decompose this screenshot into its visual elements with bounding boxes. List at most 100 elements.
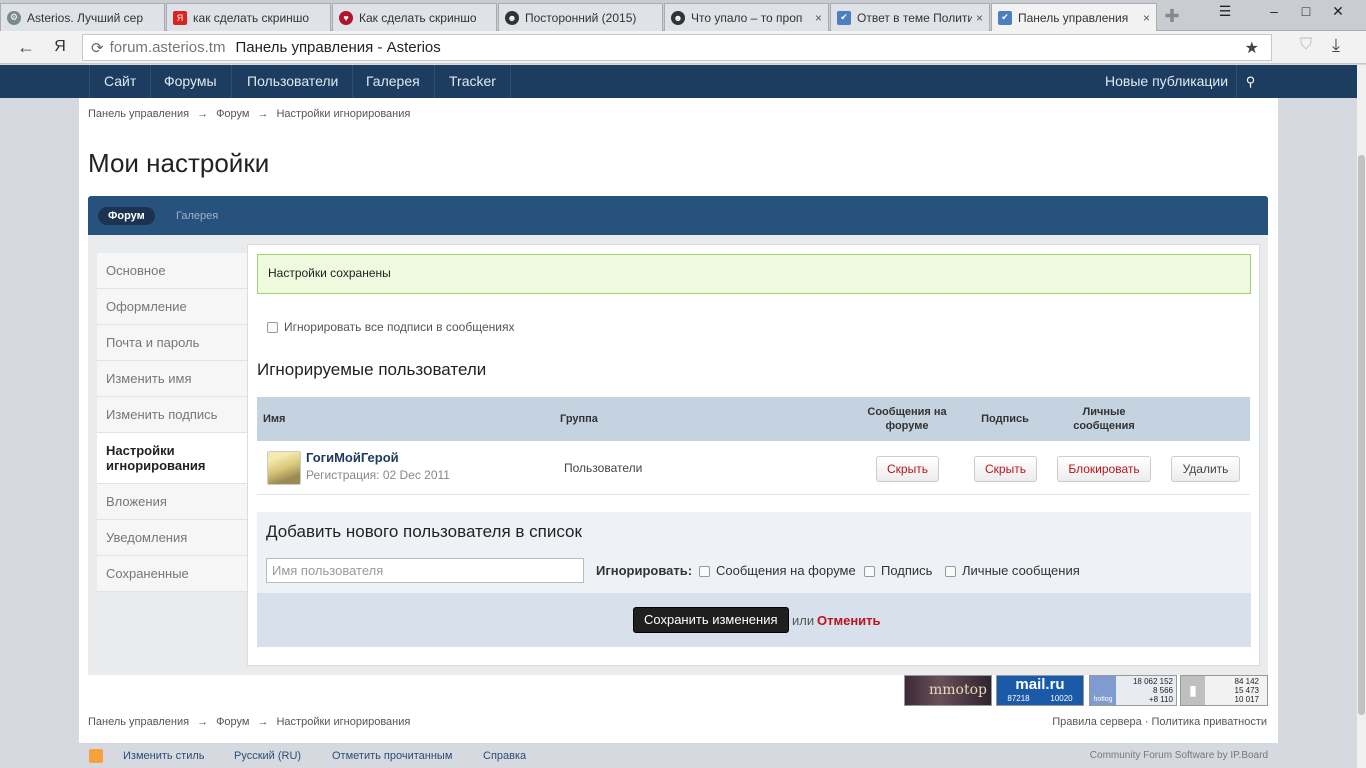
nav-new-posts[interactable]: Новые публикации — [1091, 65, 1242, 98]
browser-tab-bar: ⚙ Asterios. Лучший сер Я как сделать скр… — [0, 0, 1366, 31]
hide-signature-button[interactable]: Скрыть — [974, 456, 1037, 482]
username-link[interactable]: ГогиМойГерой — [306, 450, 399, 465]
tab-label: Asterios. Лучший сер — [27, 10, 143, 25]
tab-label: как сделать скриншо — [193, 10, 310, 25]
forum-posts-checkbox[interactable] — [699, 566, 710, 578]
nav-item-forums[interactable]: Форумы — [150, 65, 232, 98]
settings-content: Основное Оформление Почта и пароль Измен… — [88, 235, 1268, 675]
block-pm-button[interactable]: Блокировать — [1057, 456, 1151, 482]
mmotop-counter[interactable]: mmotop — [904, 675, 992, 706]
settings-sidebar: Основное Оформление Почта и пароль Измен… — [97, 253, 247, 592]
menu-icon[interactable]: ☰ — [1210, 0, 1240, 24]
tab-gallery[interactable]: Галерея — [166, 207, 228, 225]
page-scrollbar[interactable] — [1357, 65, 1366, 768]
hotlog-logo: hotlog — [1090, 676, 1116, 705]
sidebar-item-ignore-settings[interactable]: Настройки игнорирования — [97, 433, 247, 484]
browser-tab[interactable]: ⚙ Asterios. Лучший сер — [0, 3, 165, 31]
table-row: ГогиМойГерой Регистрация: 02 Dec 2011 По… — [257, 441, 1250, 495]
browser-tab[interactable]: ♥ Как сделать скриншо — [332, 3, 497, 31]
forum-favicon-icon: ✔ — [837, 10, 851, 25]
hide-posts-button[interactable]: Скрыть — [876, 456, 939, 482]
new-tab-icon[interactable]: ✚ — [1162, 6, 1182, 26]
scrollbar-thumb[interactable] — [1358, 155, 1365, 715]
nav-item-gallery[interactable]: Галерея — [352, 65, 435, 98]
save-bar: Сохранить изменения или Отменить — [257, 593, 1251, 647]
ignored-users-heading: Игнорируемые пользователи — [257, 360, 487, 379]
nav-item-tracker[interactable]: Tracker — [435, 65, 511, 98]
browser-tab-active[interactable]: ✔ Панель управления × — [991, 3, 1157, 31]
breadcrumb-link[interactable]: Панель управления — [88, 108, 189, 120]
sidebar-item-attachments[interactable]: Вложения — [97, 484, 247, 520]
change-style-link[interactable]: Изменить стиль — [123, 750, 205, 762]
yandex-logo-icon[interactable]: Я — [48, 36, 72, 58]
tab-label: Как сделать скриншо — [359, 10, 477, 25]
mailru-counter[interactable]: mail.ru 87218 10020 — [996, 675, 1084, 706]
tab-close-icon[interactable]: × — [1143, 11, 1150, 25]
hotlog-count-2: 8 566 — [1152, 686, 1173, 695]
nav-item-site[interactable]: Сайт — [89, 65, 152, 98]
tab-forum[interactable]: Форум — [98, 207, 155, 225]
url-field[interactable]: ⟳ forum.asterios.tm Панель управления - … — [82, 34, 1272, 61]
delete-button[interactable]: Удалить — [1171, 456, 1240, 482]
liveinternet-counter[interactable]: ▮ 84 142 15 473 10 017 — [1180, 675, 1268, 706]
privacy-policy-link[interactable]: Политика приватности — [1152, 716, 1267, 728]
nav-item-users[interactable]: Пользователи — [233, 65, 354, 98]
mark-read-link[interactable]: Отметить прочитанным — [332, 750, 452, 762]
maximize-icon[interactable]: □ — [1290, 0, 1322, 24]
footer-links: Правила сервера · Политика приватности — [1052, 716, 1267, 728]
page-info-icon[interactable]: ⟳ — [91, 39, 104, 57]
avatar[interactable] — [267, 451, 301, 485]
add-user-form: Добавить нового пользователя в список Иг… — [257, 512, 1251, 593]
language-link[interactable]: Русский (RU) — [234, 750, 301, 762]
username-input[interactable] — [266, 558, 584, 583]
sidebar-item-email-password[interactable]: Почта и пароль — [97, 325, 247, 361]
hotlog-counter[interactable]: hotlog 18 062 152 8 566 +8 110 — [1089, 675, 1177, 706]
heart-favicon-icon: ♥ — [339, 10, 353, 25]
close-window-icon[interactable]: ✕ — [1322, 0, 1354, 24]
forum-posts-label: Сообщения на форуме — [716, 563, 856, 578]
col-group: Группа — [560, 413, 598, 425]
rss-icon[interactable] — [89, 749, 103, 763]
minimize-icon[interactable]: – — [1258, 0, 1290, 24]
breadcrumb-arrow: → — [257, 716, 269, 728]
map-pin-icon[interactable]: ⚲ — [1236, 65, 1264, 98]
server-rules-link[interactable]: Правила сервера — [1052, 716, 1142, 728]
sidebar-item-notifications[interactable]: Уведомления — [97, 520, 247, 556]
signature-checkbox[interactable] — [864, 566, 875, 578]
tab-label: Панель управления — [1018, 10, 1129, 25]
help-link[interactable]: Справка — [483, 750, 526, 762]
sidebar-item-change-name[interactable]: Изменить имя — [97, 361, 247, 397]
browser-tab[interactable]: ✔ Ответ в теме Полити × — [830, 3, 990, 31]
breadcrumb: Панель управления → Форум → Настройки игнори… — [88, 108, 410, 120]
url-domain: forum.asterios.tm — [109, 39, 226, 56]
hotlog-label: hotlog — [1093, 696, 1113, 703]
breadcrumb-link[interactable]: Панель управления — [88, 716, 189, 728]
save-button[interactable]: Сохранить изменения — [633, 607, 789, 633]
shield-icon[interactable]: ⛉ — [1300, 36, 1312, 54]
face-favicon-icon: ☻ — [505, 10, 519, 25]
browser-tab[interactable]: Я как сделать скриншо — [166, 3, 331, 31]
sidebar-item-saved[interactable]: Сохраненные — [97, 556, 247, 592]
bookmark-star-icon[interactable]: ★ — [1245, 38, 1259, 58]
sidebar-item-change-signature[interactable]: Изменить подпись — [97, 397, 247, 433]
sidebar-item-appearance[interactable]: Оформление — [97, 289, 247, 325]
breadcrumb-arrow: → — [197, 108, 209, 120]
back-arrow-icon[interactable]: ← — [14, 36, 38, 58]
ignore-all-checkbox[interactable] — [267, 322, 278, 334]
breadcrumb-link[interactable]: Форум — [216, 108, 249, 120]
col-pm: Личные сообщения — [1073, 406, 1135, 432]
download-icon[interactable]: ⤓ — [1332, 35, 1340, 56]
cancel-link[interactable]: Отменить — [817, 613, 881, 628]
tab-close-icon[interactable]: × — [976, 11, 983, 25]
breadcrumb-link[interactable]: Форум — [216, 716, 249, 728]
browser-tab[interactable]: ☻ Что упало – то проп × — [664, 3, 829, 31]
tab-close-icon[interactable]: × — [815, 11, 822, 25]
browser-tab[interactable]: ☻ Посторонний (2015) — [498, 3, 663, 31]
pm-checkbox[interactable] — [945, 566, 956, 578]
tab-label: Что упало – то проп — [691, 10, 803, 25]
bottom-bar: Изменить стиль Русский (RU) Отметить про… — [79, 743, 1278, 768]
li-count-1: 84 142 — [1234, 677, 1259, 686]
tab-label: Ответ в теме Полити — [857, 10, 972, 25]
bar-chart-icon: ▮ — [1181, 676, 1205, 705]
sidebar-item-general[interactable]: Основное — [97, 253, 247, 289]
